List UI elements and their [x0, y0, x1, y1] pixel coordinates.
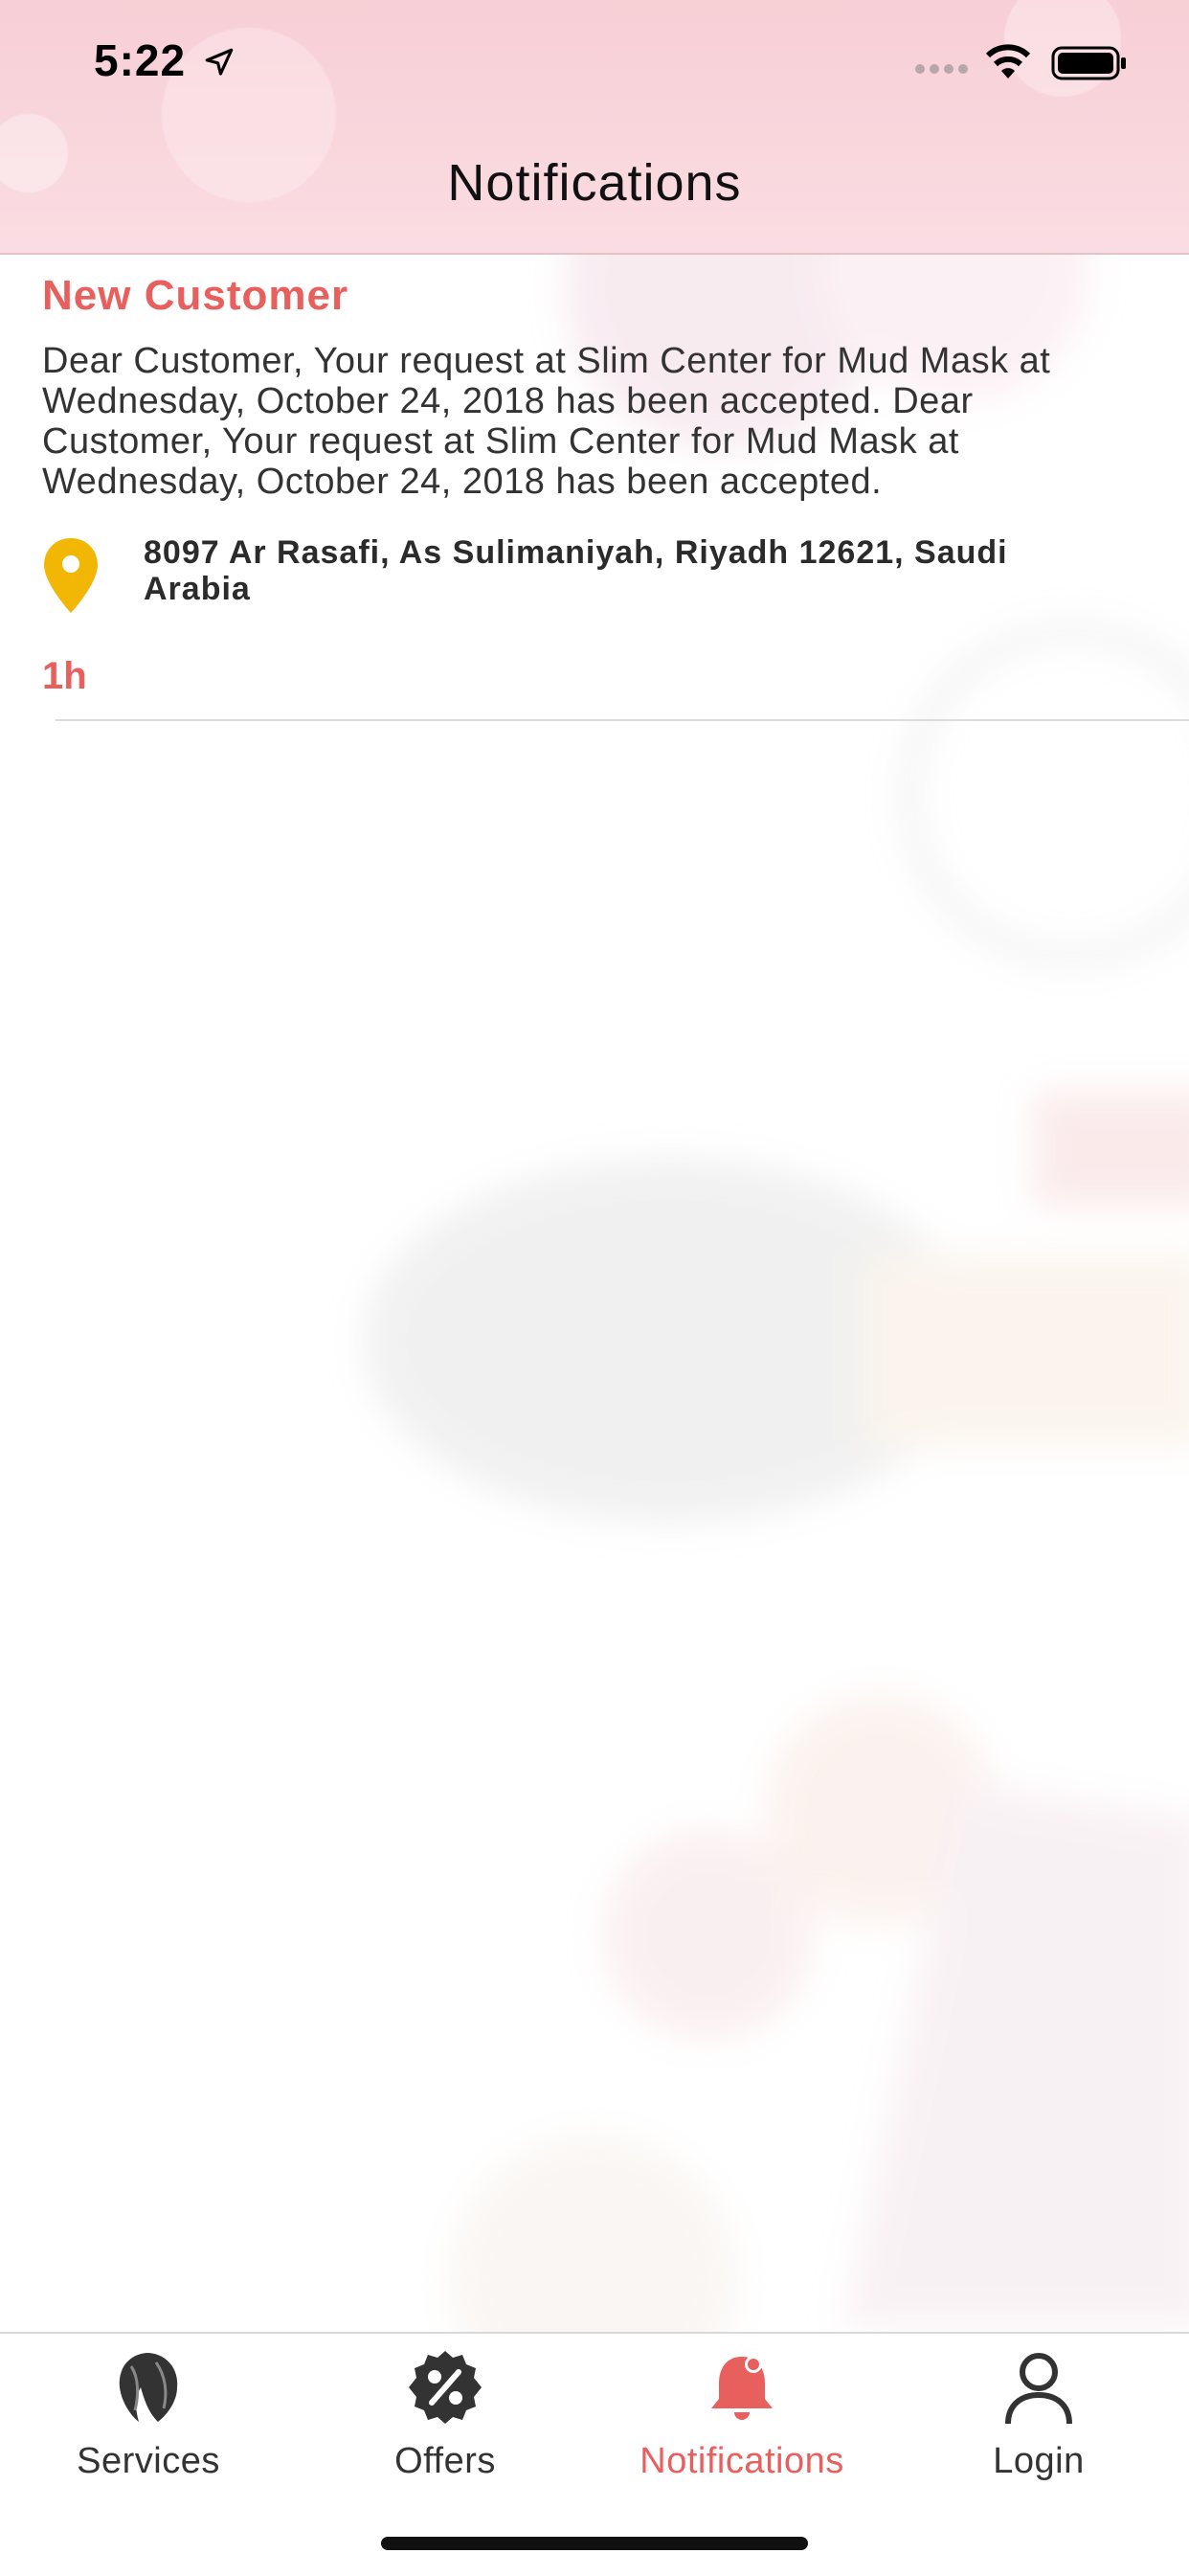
tab-label-notifications: Notifications — [639, 2441, 844, 2481]
home-indicator[interactable] — [381, 2537, 808, 2550]
bell-icon — [711, 2356, 773, 2420]
location-arrow-icon — [205, 48, 234, 76]
notification-body: Dear Customer, Your request at Slim Cent… — [42, 341, 1051, 502]
user-icon — [1005, 2353, 1072, 2425]
wifi-icon — [985, 44, 1031, 79]
cellular-signal-icon — [915, 64, 968, 74]
notification-time: 1h — [42, 655, 87, 697]
battery-icon — [1051, 46, 1126, 80]
tab-label-offers: Offers — [394, 2441, 496, 2481]
tab-login[interactable]: Login — [890, 2349, 1187, 2493]
location-pin-icon — [44, 538, 98, 613]
notification-title: New Customer — [42, 272, 349, 319]
tab-label-services: Services — [77, 2441, 220, 2481]
tab-offers[interactable]: Offers — [297, 2349, 594, 2493]
header-bar: 5:22 Notifications — [0, 0, 1189, 255]
percent-badge-icon — [409, 2351, 482, 2424]
tab-services[interactable]: Services — [0, 2349, 297, 2493]
tab-label-login: Login — [993, 2441, 1085, 2481]
tab-notifications[interactable]: Notifications — [594, 2349, 890, 2493]
notification-address: 8097 Ar Rasafi, As Sulimaniyah, Riyadh 1… — [144, 534, 1008, 607]
status-time: 5:22 — [94, 35, 187, 85]
divider — [56, 719, 1189, 721]
hair-silhouette-icon — [119, 2353, 178, 2422]
page-title: Notifications — [447, 154, 742, 212]
